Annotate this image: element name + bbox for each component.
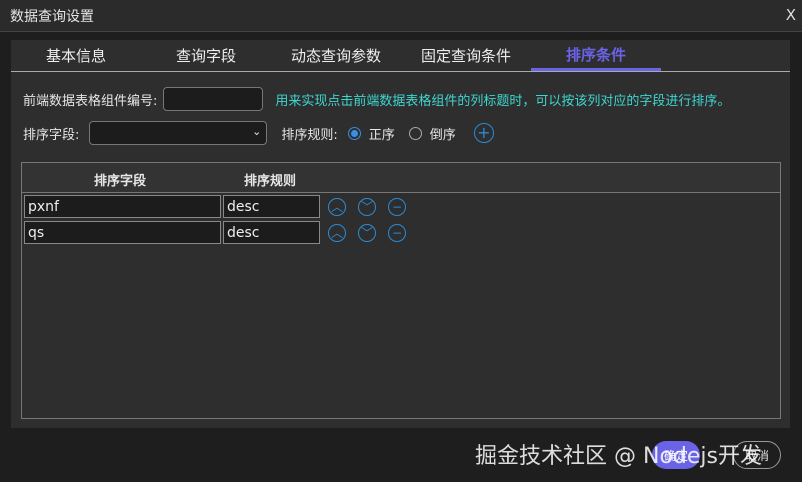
- sort-row: 排序字段: ⌄ 排序规则: 正序 倒序 +: [23, 121, 494, 145]
- header-sort-rule: 排序规则: [244, 174, 297, 189]
- tab-basic-info[interactable]: 基本信息: [11, 40, 141, 71]
- move-down-icon[interactable]: ﹀: [358, 197, 376, 216]
- window-title: 数据查询设置: [10, 8, 94, 25]
- tab-query-fields[interactable]: 查询字段: [141, 40, 271, 71]
- tab-sort-conditions[interactable]: 排序条件: [531, 40, 661, 71]
- hint-text: 用来实现点击前端数据表格组件的列标题时，可以按该列对应的字段进行排序。: [275, 93, 731, 109]
- settings-panel: 基本信息 查询字段 动态查询参数 固定查询条件 排序条件 前端数据表格组件编号:…: [11, 40, 790, 428]
- ok-button[interactable]: 确定: [652, 441, 700, 469]
- move-up-icon[interactable]: ︿: [328, 223, 346, 242]
- radio-desc[interactable]: [408, 126, 422, 140]
- watermark: 掘金技术社区 @ Nodejs开发: [475, 444, 762, 469]
- title-bar: 数据查询设置 X: [0, 0, 802, 32]
- remove-icon[interactable]: −: [388, 197, 406, 216]
- component-id-input[interactable]: [163, 87, 264, 111]
- component-row: 前端数据表格组件编号: 用来实现点击前端数据表格组件的列标题时，可以按该列对应的…: [23, 87, 730, 111]
- remove-icon[interactable]: −: [388, 223, 406, 242]
- field-input[interactable]: pxnf: [24, 195, 221, 218]
- radio-desc-label: 倒序: [429, 127, 456, 143]
- radio-asc-label: 正序: [368, 127, 395, 143]
- sort-rule-label: 排序规则:: [281, 127, 338, 143]
- table-row: pxnf desc ︿ ﹀ −: [24, 195, 406, 218]
- tab-bar: 基本信息 查询字段 动态查询参数 固定查询条件 排序条件: [11, 40, 790, 72]
- table-row: qs desc ︿ ﹀ −: [24, 221, 406, 244]
- sort-table: 排序字段 排序规则 pxnf desc ︿ ﹀ − qs desc ︿ ﹀ −: [21, 162, 781, 419]
- field-input[interactable]: qs: [24, 221, 221, 244]
- chevron-down-icon: ⌄: [252, 125, 262, 138]
- rule-input[interactable]: desc: [223, 195, 320, 218]
- add-icon[interactable]: +: [473, 123, 494, 143]
- header-sort-field: 排序字段: [94, 174, 147, 189]
- rule-input[interactable]: desc: [223, 221, 320, 244]
- radio-asc[interactable]: [347, 126, 361, 140]
- close-icon[interactable]: X: [786, 6, 796, 24]
- tab-fixed-conditions[interactable]: 固定查询条件: [401, 40, 531, 71]
- cancel-button[interactable]: 取消: [733, 441, 781, 469]
- move-down-icon[interactable]: ﹀: [358, 223, 376, 242]
- tab-dynamic-params[interactable]: 动态查询参数: [271, 40, 401, 71]
- move-up-icon[interactable]: ︿: [328, 197, 346, 216]
- sort-field-label: 排序字段:: [23, 127, 80, 143]
- table-header: 排序字段 排序规则: [22, 163, 780, 193]
- sort-field-select[interactable]: ⌄: [89, 121, 268, 145]
- component-id-label: 前端数据表格组件编号:: [23, 93, 158, 109]
